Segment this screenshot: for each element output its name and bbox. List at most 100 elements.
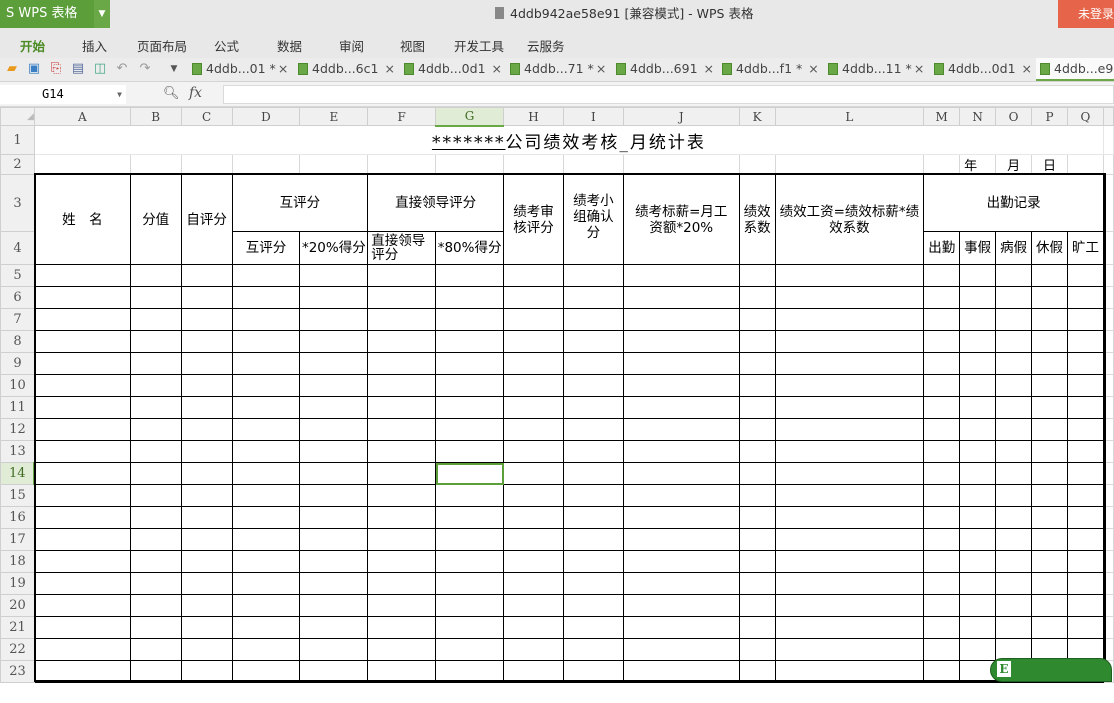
row-header[interactable]: 21 xyxy=(0,616,35,639)
cell[interactable] xyxy=(1102,594,1114,617)
doc-tab[interactable]: 4ddb...691 × xyxy=(612,58,714,81)
cell-H5[interactable] xyxy=(503,264,564,287)
cell-J21[interactable] xyxy=(622,616,740,639)
cell-A10[interactable] xyxy=(33,374,131,397)
cell-M18[interactable] xyxy=(923,550,961,573)
header-base-salary[interactable]: 绩考标薪=月工资额*20% xyxy=(622,174,740,265)
cell-D8[interactable] xyxy=(231,330,301,353)
column-header-D[interactable]: D xyxy=(231,107,301,126)
cell-E12[interactable] xyxy=(299,418,369,441)
column-header-F[interactable]: F xyxy=(367,107,437,126)
cell-G22[interactable] xyxy=(435,638,505,661)
cell-C19[interactable] xyxy=(180,572,233,595)
cell-A22[interactable] xyxy=(33,638,131,661)
cell-Q9[interactable] xyxy=(1066,352,1104,375)
cell-P21[interactable] xyxy=(1031,616,1068,639)
row-header[interactable]: 9 xyxy=(0,352,35,375)
column-header-H[interactable]: H xyxy=(503,107,564,126)
cell-C12[interactable] xyxy=(180,418,233,441)
cell[interactable] xyxy=(1102,572,1114,595)
cell-K10[interactable] xyxy=(738,374,776,397)
cell-J11[interactable] xyxy=(622,396,740,419)
cell[interactable] xyxy=(1102,352,1114,375)
row-header[interactable]: 20 xyxy=(0,594,35,617)
cell[interactable] xyxy=(1102,528,1114,551)
doc-tab[interactable]: 4ddb...0d1 × xyxy=(930,58,1032,81)
cell-C9[interactable] xyxy=(180,352,233,375)
cell-E6[interactable] xyxy=(299,286,369,309)
row-header[interactable]: 8 xyxy=(0,330,35,353)
cell-I22[interactable] xyxy=(562,638,624,661)
cell-K16[interactable] xyxy=(738,506,776,529)
export-pdf-icon[interactable]: ⎘ xyxy=(48,61,64,77)
cell-B15[interactable] xyxy=(129,484,182,507)
cell-G7[interactable] xyxy=(435,308,505,331)
cell-J20[interactable] xyxy=(622,594,740,617)
cell-K15[interactable] xyxy=(738,484,776,507)
cell-L15[interactable] xyxy=(774,484,925,507)
cell-K13[interactable] xyxy=(738,440,776,463)
cell-G10[interactable] xyxy=(435,374,505,397)
cell-F22[interactable] xyxy=(367,638,437,661)
cell-O17[interactable] xyxy=(995,528,1033,551)
cell-I16[interactable] xyxy=(562,506,624,529)
cell-Q5[interactable] xyxy=(1066,264,1104,287)
cell-I11[interactable] xyxy=(562,396,624,419)
cell-A14[interactable] xyxy=(33,462,131,485)
header-mutual-score[interactable]: 互评分 xyxy=(231,174,369,232)
cell-J10[interactable] xyxy=(622,374,740,397)
header-sick-leave[interactable]: 病假 xyxy=(995,231,1033,265)
row-header[interactable]: 16 xyxy=(0,506,35,529)
cell-A8[interactable] xyxy=(33,330,131,353)
cell-C11[interactable] xyxy=(180,396,233,419)
doc-tab-active[interactable]: 4ddb...e9 xyxy=(1036,58,1114,81)
cell-O21[interactable] xyxy=(995,616,1033,639)
cell-N21[interactable] xyxy=(959,616,997,639)
cell-P9[interactable] xyxy=(1031,352,1068,375)
close-icon[interactable]: × xyxy=(278,61,288,76)
cell[interactable] xyxy=(1102,308,1114,331)
cell-I10[interactable] xyxy=(562,374,624,397)
cell-E7[interactable] xyxy=(299,308,369,331)
cell-F23[interactable] xyxy=(367,660,437,683)
cell-L18[interactable] xyxy=(774,550,925,573)
row-header[interactable]: 19 xyxy=(0,572,35,595)
cell[interactable] xyxy=(1102,484,1114,507)
cell-L9[interactable] xyxy=(774,352,925,375)
row-header[interactable]: 3 xyxy=(0,174,35,232)
cell-A19[interactable] xyxy=(33,572,131,595)
cell-O11[interactable] xyxy=(995,396,1033,419)
cell-D5[interactable] xyxy=(231,264,301,287)
cell-L23[interactable] xyxy=(774,660,925,683)
cell-B12[interactable] xyxy=(129,418,182,441)
cell-P5[interactable] xyxy=(1031,264,1068,287)
header-mutual-sub[interactable]: 互评分 xyxy=(231,231,301,265)
column-header-K[interactable]: K xyxy=(738,107,776,126)
cell-L13[interactable] xyxy=(774,440,925,463)
cell-N8[interactable] xyxy=(959,330,997,353)
cell-Q16[interactable] xyxy=(1066,506,1104,529)
cell-G5[interactable] xyxy=(435,264,505,287)
cell[interactable] xyxy=(1102,330,1114,353)
cell-E11[interactable] xyxy=(299,396,369,419)
cell-P8[interactable] xyxy=(1031,330,1068,353)
header-score[interactable]: 分值 xyxy=(129,174,182,265)
cell-B20[interactable] xyxy=(129,594,182,617)
menu-review[interactable]: 审阅 xyxy=(339,36,364,55)
row-header[interactable]: 11 xyxy=(0,396,35,419)
cell-M14[interactable] xyxy=(923,462,961,485)
cell-F14[interactable] xyxy=(367,462,437,485)
cell-C21[interactable] xyxy=(180,616,233,639)
header-review-score[interactable]: 绩考审核评分 xyxy=(503,174,564,265)
doc-tab[interactable]: 4ddb...f1 * × xyxy=(718,58,819,81)
cell-K8[interactable] xyxy=(738,330,776,353)
cell-K20[interactable] xyxy=(738,594,776,617)
cell-J8[interactable] xyxy=(622,330,740,353)
cell-O19[interactable] xyxy=(995,572,1033,595)
menu-insert[interactable]: 插入 xyxy=(82,36,107,55)
cell-H15[interactable] xyxy=(503,484,564,507)
cell-L20[interactable] xyxy=(774,594,925,617)
cell-L11[interactable] xyxy=(774,396,925,419)
row-header[interactable]: 17 xyxy=(0,528,35,551)
spreadsheet-grid[interactable]: ◢ A B C D E F G H I J K L M N O P Q 1 *******公司绩效考核_月统计表 … xyxy=(0,107,1114,683)
